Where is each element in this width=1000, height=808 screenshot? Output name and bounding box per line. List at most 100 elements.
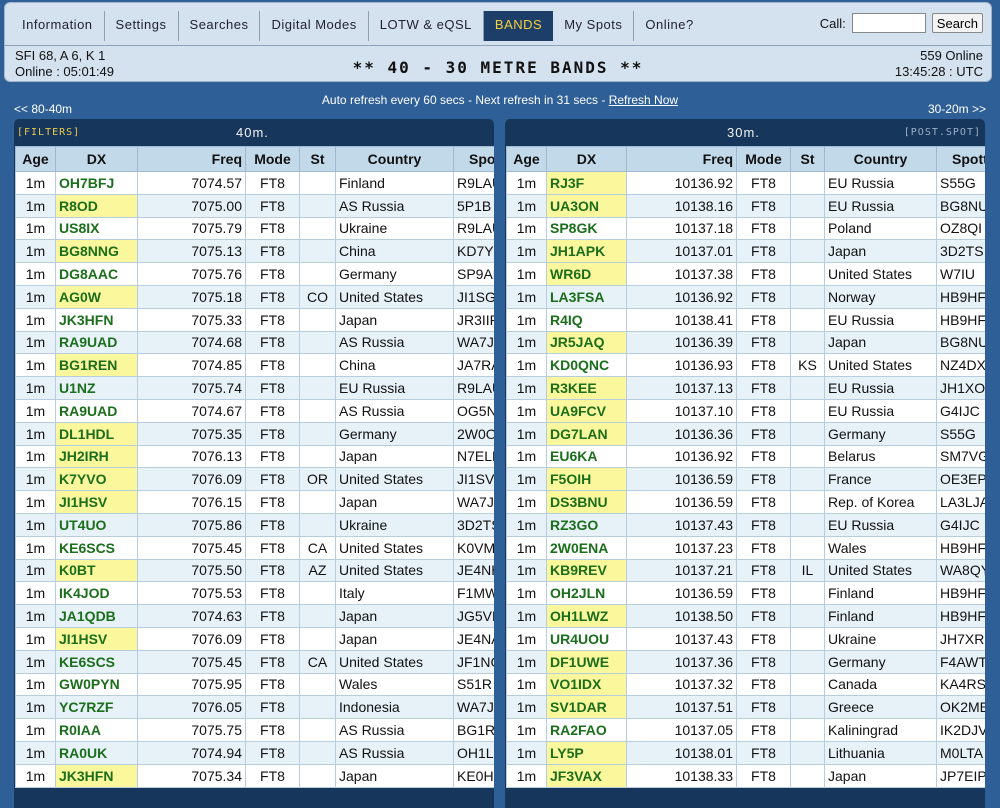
cell-spotter[interactable]: SP9AK bbox=[453, 262, 494, 286]
cell-dx[interactable]: DG8AAC bbox=[55, 262, 138, 286]
cell-freq[interactable]: 10137.51 bbox=[626, 695, 737, 720]
cell-dx[interactable]: BG1REN bbox=[55, 353, 138, 378]
cell-spotter[interactable]: JP7EIP bbox=[936, 763, 985, 788]
cell-dx[interactable]: K0BT bbox=[55, 558, 138, 583]
cell-spotter[interactable]: JE4NHC bbox=[453, 558, 494, 583]
cell-spotter[interactable]: 2W0OGT bbox=[453, 421, 494, 446]
cell-dx[interactable]: UR4UOU bbox=[546, 626, 627, 651]
cell-freq[interactable]: 10137.10 bbox=[626, 398, 737, 423]
cell-dx[interactable]: YC7RZF bbox=[55, 695, 138, 720]
column-header-spotter[interactable]: Spotter bbox=[936, 146, 985, 172]
cell-spotter[interactable]: OH1LXF bbox=[453, 740, 494, 765]
cell-freq[interactable]: 7075.75 bbox=[137, 718, 246, 742]
cell-spotter[interactable]: S51R bbox=[453, 672, 494, 697]
cell-dx[interactable]: U1NZ bbox=[55, 376, 138, 400]
cell-spotter[interactable]: HB9HFN bbox=[936, 581, 985, 606]
nav-online[interactable]: Online? bbox=[634, 11, 704, 41]
column-header-age[interactable]: Age bbox=[506, 146, 547, 172]
column-header-spotter[interactable]: Spotter bbox=[453, 146, 494, 172]
cell-dx[interactable]: DS3BNU bbox=[546, 490, 627, 514]
cell-dx[interactable]: KB9REV bbox=[546, 558, 627, 583]
next-band-link[interactable]: 30-20m >> bbox=[928, 102, 986, 116]
cell-dx[interactable]: JR5JAQ bbox=[546, 330, 627, 355]
cell-dx[interactable]: KD0QNC bbox=[546, 353, 627, 378]
cell-freq[interactable]: 7075.33 bbox=[137, 307, 246, 332]
cell-dx[interactable]: EU6KA bbox=[546, 444, 627, 469]
cell-spotter[interactable]: S55G bbox=[936, 171, 985, 195]
cell-dx[interactable]: RA9UAD bbox=[55, 330, 138, 355]
cell-dx[interactable]: LY5P bbox=[546, 740, 627, 765]
cell-spotter[interactable]: JI1SVY bbox=[453, 467, 494, 492]
cell-spotter[interactable]: JA7RAK bbox=[453, 353, 494, 378]
cell-dx[interactable]: AG0W bbox=[55, 284, 138, 309]
cell-spotter[interactable]: WA8QYJ bbox=[936, 558, 985, 583]
cell-freq[interactable]: 10136.93 bbox=[626, 353, 737, 378]
cell-dx[interactable]: R8OD bbox=[55, 193, 138, 218]
cell-spotter[interactable]: JF1NGO bbox=[453, 649, 494, 674]
cell-dx[interactable]: JI1HSV bbox=[55, 490, 138, 514]
cell-spotter[interactable]: JR3IIR bbox=[453, 307, 494, 332]
prev-band-link[interactable]: << 80-40m bbox=[14, 102, 72, 116]
cell-spotter[interactable]: G4IJC bbox=[936, 512, 985, 537]
cell-dx[interactable]: R0IAA bbox=[55, 718, 138, 742]
cell-dx[interactable]: OH7BFJ bbox=[55, 171, 138, 195]
cell-freq[interactable]: 10136.59 bbox=[626, 490, 737, 514]
cell-freq[interactable]: 7074.57 bbox=[137, 171, 246, 195]
cell-dx[interactable]: JH1APK bbox=[546, 239, 627, 264]
nav-settings[interactable]: Settings bbox=[105, 11, 179, 41]
cell-dx[interactable]: US8IX bbox=[55, 216, 138, 241]
cell-dx[interactable]: KE6SCS bbox=[55, 535, 138, 560]
cell-dx[interactable]: UT4UO bbox=[55, 512, 138, 537]
cell-spotter[interactable]: W7IU bbox=[936, 262, 985, 286]
cell-dx[interactable]: F5OIH bbox=[546, 467, 627, 492]
column-header-country[interactable]: Country bbox=[335, 146, 454, 172]
cell-freq[interactable]: 10137.36 bbox=[626, 649, 737, 674]
cell-dx[interactable]: R4IQ bbox=[546, 307, 627, 332]
cell-freq[interactable]: 7075.95 bbox=[137, 672, 246, 697]
cell-spotter[interactable]: WA7JAY bbox=[453, 695, 494, 720]
cell-freq[interactable]: 10137.43 bbox=[626, 512, 737, 537]
cell-spotter[interactable]: 5P1B bbox=[453, 193, 494, 218]
cell-spotter[interactable]: OG5N bbox=[453, 398, 494, 423]
cell-dx[interactable]: R3KEE bbox=[546, 376, 627, 400]
cell-dx[interactable]: IK4JOD bbox=[55, 581, 138, 606]
cell-dx[interactable]: JF3VAX bbox=[546, 763, 627, 788]
cell-freq[interactable]: 7074.94 bbox=[137, 740, 246, 765]
cell-spotter[interactable]: KA4RSZ bbox=[936, 672, 985, 697]
cell-freq[interactable]: 7074.68 bbox=[137, 330, 246, 355]
cell-freq[interactable]: 7075.18 bbox=[137, 284, 246, 309]
cell-dx[interactable]: RA9UAD bbox=[55, 398, 138, 423]
filters-link[interactable]: [FILTERS] bbox=[17, 127, 80, 138]
cell-dx[interactable]: VO1IDX bbox=[546, 672, 627, 697]
column-header-country[interactable]: Country bbox=[824, 146, 937, 172]
cell-dx[interactable]: GW0PYN bbox=[55, 672, 138, 697]
cell-freq[interactable]: 7075.74 bbox=[137, 376, 246, 400]
cell-freq[interactable]: 10137.32 bbox=[626, 672, 737, 697]
cell-freq[interactable]: 7076.15 bbox=[137, 490, 246, 514]
cell-freq[interactable]: 10136.92 bbox=[626, 171, 737, 195]
cell-dx[interactable]: JK3HFN bbox=[55, 763, 138, 788]
cell-spotter[interactable]: WA7JAY bbox=[453, 490, 494, 514]
cell-spotter[interactable]: JG5VFK bbox=[453, 604, 494, 628]
nav-lotw-eqsl[interactable]: LOTW & eQSL bbox=[369, 11, 484, 41]
cell-freq[interactable]: 10137.13 bbox=[626, 376, 737, 400]
cell-freq[interactable]: 10138.33 bbox=[626, 763, 737, 788]
cell-freq[interactable]: 7075.13 bbox=[137, 239, 246, 264]
cell-dx[interactable]: RA0UK bbox=[55, 740, 138, 765]
cell-freq[interactable]: 7075.76 bbox=[137, 262, 246, 286]
column-header-st[interactable]: St bbox=[790, 146, 825, 172]
cell-freq[interactable]: 10137.38 bbox=[626, 262, 737, 286]
cell-freq[interactable]: 7076.09 bbox=[137, 626, 246, 651]
cell-freq[interactable]: 7075.00 bbox=[137, 193, 246, 218]
cell-freq[interactable]: 10136.36 bbox=[626, 421, 737, 446]
cell-dx[interactable]: JA1QDB bbox=[55, 604, 138, 628]
cell-spotter[interactable]: HB9HFN bbox=[936, 284, 985, 309]
cell-dx[interactable]: RJ3F bbox=[546, 171, 627, 195]
cell-freq[interactable]: 10138.01 bbox=[626, 740, 737, 765]
cell-freq[interactable]: 10136.59 bbox=[626, 467, 737, 492]
cell-freq[interactable]: 10136.92 bbox=[626, 444, 737, 469]
cell-dx[interactable]: OH2JLN bbox=[546, 581, 627, 606]
cell-freq[interactable]: 7076.05 bbox=[137, 695, 246, 720]
cell-dx[interactable]: UA9FCV bbox=[546, 398, 627, 423]
cell-spotter[interactable]: BG8NUD bbox=[936, 330, 985, 355]
